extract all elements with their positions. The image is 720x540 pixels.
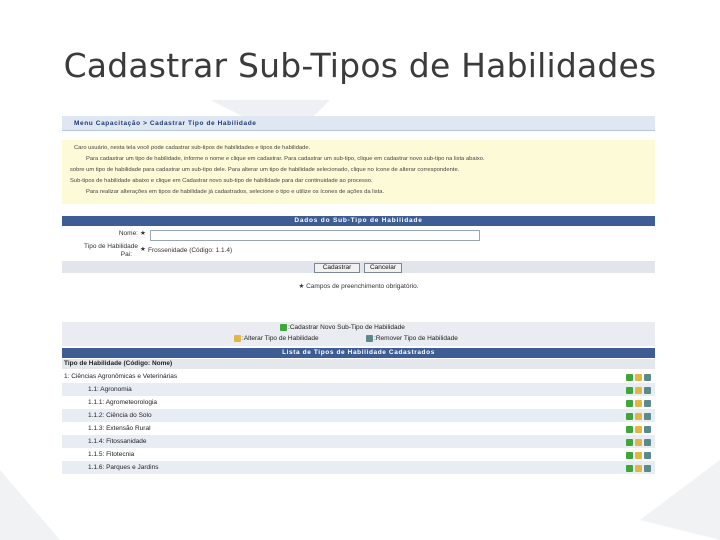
info-line: Para cadastrar um tipo de habilidade, in… [86,156,485,162]
table-row: 1.1.4: Fitossanidade [62,435,655,448]
edit-icon[interactable] [635,400,642,407]
info-line: sobre um tipo de habilidade para cadastr… [70,167,460,173]
required-icon: ★ [140,230,146,237]
remove-icon [366,335,373,342]
submit-button[interactable]: Cadastrar [314,263,360,273]
info-box: Caro usuário, nesta tela você pode cadas… [62,140,655,204]
row-actions [624,464,651,476]
info-line: Sub-tipos de habilidade abaixo e clique … [70,178,373,184]
parent-type-label: Tipo de Habilidade [84,243,138,250]
required-fields-note: ★ Campos de preenchimento obrigatório. [298,283,419,290]
form-button-row: Cadastrar Cancelar [62,261,655,273]
row-label: 1.1.6: Parques e Jardins [88,464,159,471]
remove-icon[interactable] [644,400,651,407]
row-label: 1.1.5: Fitotecnia [88,451,135,458]
remove-icon[interactable] [644,452,651,459]
actions-legend: :Cadastrar Novo Sub-Tipo de Habilidade :… [62,322,655,346]
add-icon[interactable] [626,439,633,446]
table-row: 1.1.5: Fitotecnia [62,448,655,461]
add-icon [280,324,287,331]
edit-icon[interactable] [635,426,642,433]
table-row: 1.1.6: Parques e Jardins [62,461,655,474]
legend-add: :Cadastrar Novo Sub-Tipo de Habilidade [280,324,405,331]
remove-icon[interactable] [644,374,651,381]
cancel-button[interactable]: Cancelar [364,263,402,273]
info-line: Caro usuário, nesta tela você pode cadas… [74,145,311,151]
edit-icon [234,335,241,342]
row-label: 1.1.2: Ciência do Solo [88,412,152,419]
table-row: 1.1: Agronomia [62,383,655,396]
edit-icon[interactable] [635,387,642,394]
info-line: Para realizar alterações em tipos de hab… [86,189,385,195]
add-icon[interactable] [626,374,633,381]
parent-type-label-2: Pai: [120,251,132,258]
add-icon[interactable] [626,452,633,459]
remove-icon[interactable] [644,413,651,420]
remove-icon[interactable] [644,426,651,433]
add-icon[interactable] [626,387,633,394]
row-label: 1: Ciências Agronômicas e Veterinárias [64,373,178,380]
required-icon: ★ [140,246,146,253]
remove-icon[interactable] [644,465,651,472]
remove-icon[interactable] [644,387,651,394]
remove-icon[interactable] [644,439,651,446]
edit-icon[interactable] [635,374,642,381]
slide-title: Cadastrar Sub-Tipos de Habilidades [63,46,657,85]
add-icon[interactable] [626,400,633,407]
edit-icon[interactable] [635,413,642,420]
row-label: 1.1: Agronomia [88,386,132,393]
list-section-header: Lista de Tipos de Habilidade Cadastrados [62,348,655,358]
row-label: 1.1.3: Extensão Rural [88,425,151,432]
parent-type-value: Frossenidade (Código: 1.1.4) [148,247,233,254]
name-input[interactable] [150,230,480,241]
row-label: 1.1.4: Fitossanidade [88,438,147,445]
row-label: 1.1.1: Agrometeorologia [88,399,158,406]
table-row: 1.1.3: Extensão Rural [62,422,655,435]
edit-icon[interactable] [635,452,642,459]
edit-icon[interactable] [635,439,642,446]
table-row: 1: Ciências Agronômicas e Veterinárias [62,370,655,383]
table-row: 1.1.1: Agrometeorologia [62,396,655,409]
list-column-header: Tipo de Habilidade (Código: Nome) [62,359,655,369]
add-icon[interactable] [626,413,633,420]
add-icon[interactable] [626,465,633,472]
name-label: Nome: [118,230,138,237]
table-row: 1.1.2: Ciência do Solo [62,409,655,422]
app-screenshot: Menu Capacitação > Cadastrar Tipo de Hab… [62,116,655,476]
breadcrumb-text: Menu Capacitação > Cadastrar Tipo de Hab… [74,120,257,127]
legend-edit: :Alterar Tipo de Habilidade [234,335,319,342]
legend-remove: :Remover Tipo de Habilidade [366,335,458,342]
form-section-header: Dados do Sub-Tipo de Habilidade [62,216,655,226]
add-icon[interactable] [626,426,633,433]
edit-icon[interactable] [635,465,642,472]
breadcrumb: Menu Capacitação > Cadastrar Tipo de Hab… [62,116,655,131]
